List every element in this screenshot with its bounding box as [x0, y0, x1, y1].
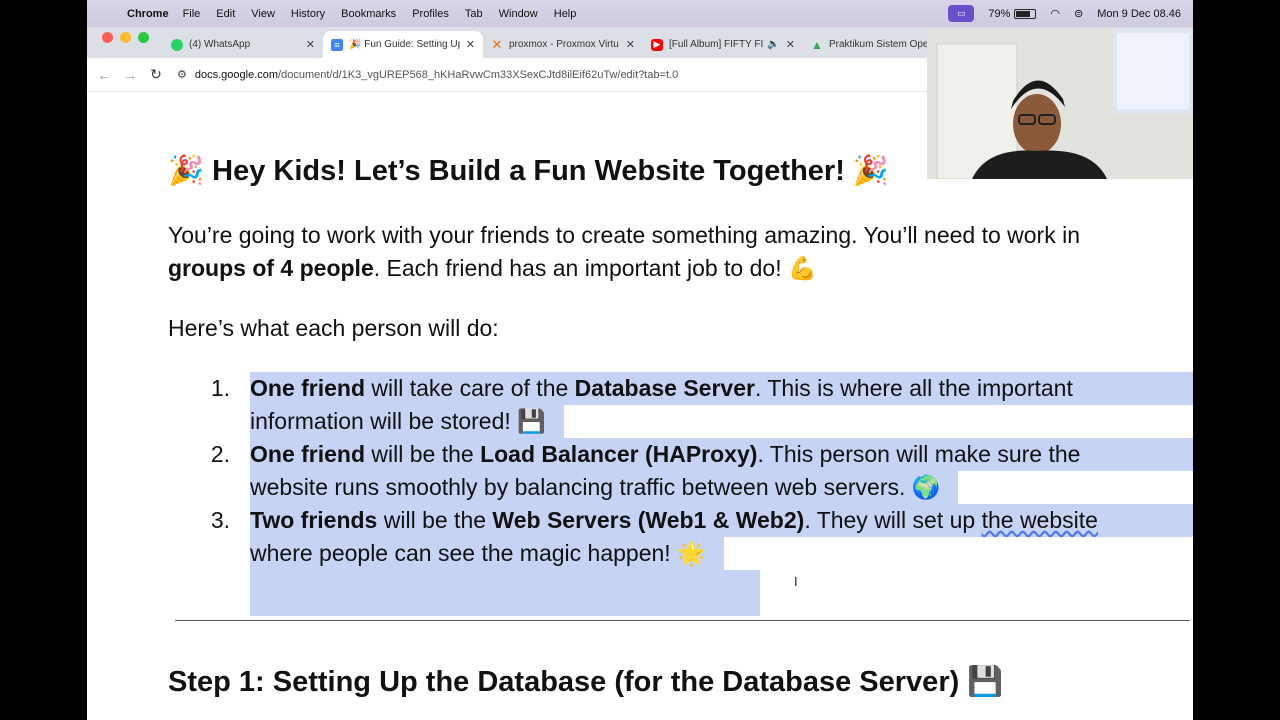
- close-tab-icon[interactable]: ✕: [466, 38, 475, 51]
- speaker-icon[interactable]: 🔈: [767, 39, 779, 50]
- webcam-video: [927, 29, 1193, 179]
- list-line2: website runs smoothly by balancing traff…: [250, 471, 959, 504]
- battery-icon: [1014, 8, 1037, 19]
- back-icon[interactable]: ←: [91, 67, 117, 83]
- document-canvas[interactable]: 🎉 Hey Kids! Let’s Build a Fun Website To…: [87, 92, 1193, 720]
- drive-icon: ▲: [811, 37, 823, 52]
- close-window-button[interactable]: [102, 32, 113, 43]
- intro-text-end: . Each friend has an important job to do…: [373, 255, 817, 281]
- selection-highlight: [250, 570, 760, 616]
- list-text: . This person will make sure the: [757, 441, 1081, 467]
- site-settings-icon[interactable]: ⚙: [177, 68, 187, 81]
- list-number: 1.: [210, 375, 230, 401]
- intro-paragraph: You’re going to work with your friends t…: [168, 219, 1193, 285]
- forward-icon[interactable]: →: [117, 67, 143, 83]
- list-bold: One friend: [250, 441, 366, 467]
- menu-view[interactable]: View: [251, 8, 275, 20]
- menu-tab[interactable]: Tab: [465, 8, 483, 20]
- reload-icon[interactable]: ↻: [143, 66, 169, 83]
- menu-window[interactable]: Window: [499, 8, 538, 20]
- menubar-clock[interactable]: Mon 9 Dec 08.46: [1097, 8, 1181, 20]
- text-cursor-icon: I: [794, 574, 798, 589]
- list-bold: Database Server: [574, 375, 755, 401]
- list-number: 2.: [210, 441, 230, 467]
- menu-profiles[interactable]: Profiles: [412, 8, 449, 20]
- tab-youtube[interactable]: ▶ [Full Album] FIFTY FI 🔈 ✕: [643, 31, 803, 58]
- macos-menubar: Chrome File Edit View History Bookmarks …: [87, 0, 1193, 27]
- tab-title: [Full Album] FIFTY FI: [669, 39, 764, 50]
- list-text: will be the: [365, 441, 481, 467]
- list-item: 3. Two friends will be the Web Servers (…: [168, 504, 1193, 570]
- menu-bookmarks[interactable]: Bookmarks: [341, 8, 396, 20]
- list-item: 2. One friend will be the Load Balancer …: [168, 438, 1193, 504]
- intro-bold: groups of 4 people: [168, 255, 374, 281]
- menu-history[interactable]: History: [291, 8, 325, 20]
- list-bold: Load Balancer (HAProxy): [480, 441, 758, 467]
- proxmox-icon: ✕: [491, 36, 503, 52]
- spellcheck-underline[interactable]: the website: [982, 507, 1098, 533]
- tab-whatsapp[interactable]: (4) WhatsApp ✕: [163, 31, 323, 58]
- list-text: will take care of the: [365, 375, 575, 401]
- webcam-overlay: [927, 29, 1193, 179]
- menu-edit[interactable]: Edit: [216, 8, 235, 20]
- step1-heading: Step 1: Setting Up the Database (for the…: [168, 666, 1004, 698]
- battery-status[interactable]: 79%: [988, 7, 1037, 20]
- docs-icon: ≡: [331, 38, 343, 51]
- battery-percent: 79%: [988, 7, 1011, 20]
- close-tab-icon[interactable]: ✕: [306, 38, 315, 51]
- menu-app-name[interactable]: Chrome: [127, 8, 169, 20]
- url-host: docs.google.com: [194, 68, 279, 81]
- list-item: 1. One friend will take care of the Data…: [168, 372, 1193, 438]
- tab-proxmox[interactable]: ✕ proxmox - Proxmox Virtu ✕: [483, 31, 643, 58]
- list-number: 3.: [210, 507, 230, 533]
- tab-title: 🎉 Fun Guide: Setting Up: [349, 39, 460, 50]
- window-controls: [87, 32, 163, 53]
- tab-title: (4) WhatsApp: [189, 39, 251, 50]
- list-text: will be the: [377, 507, 493, 533]
- tab-title: proxmox - Proxmox Virtu: [509, 39, 619, 50]
- menu-file[interactable]: File: [183, 8, 201, 20]
- screen-mirroring-icon[interactable]: ▭: [948, 5, 975, 22]
- horizontal-rule: [175, 620, 1190, 621]
- youtube-icon: ▶: [651, 38, 663, 51]
- list-bold: One friend: [250, 375, 366, 401]
- control-center-icon[interactable]: ⊜: [1074, 7, 1083, 20]
- list-intro: Here’s what each person will do:: [168, 315, 499, 341]
- list-bold: Two friends: [250, 507, 378, 533]
- close-tab-icon[interactable]: ✕: [786, 38, 795, 51]
- list-line2: where people can see the magic happen! 🌟: [250, 537, 724, 570]
- url-path: /document/d/1K3_vgUREP568_hKHaRvwCm33XSe…: [278, 68, 679, 81]
- minimize-window-button[interactable]: [120, 32, 131, 43]
- list-line2: information will be stored! 💾: [250, 405, 564, 438]
- wifi-icon[interactable]: ◠: [1050, 7, 1060, 20]
- close-tab-icon[interactable]: ✕: [626, 38, 635, 51]
- list-bold: Web Servers (Web1 & Web2): [492, 507, 805, 533]
- menu-help[interactable]: Help: [554, 8, 577, 20]
- roles-list: 1. One friend will take care of the Data…: [168, 372, 1193, 616]
- list-text: . This is where all the important: [754, 375, 1073, 401]
- zoom-window-button[interactable]: [138, 32, 149, 43]
- whatsapp-icon: [171, 38, 183, 51]
- intro-text: You’re going to work with your friends t…: [168, 222, 1081, 248]
- tab-fun-guide[interactable]: ≡ 🎉 Fun Guide: Setting Up ✕: [323, 31, 483, 58]
- document-title: 🎉 Hey Kids! Let’s Build a Fun Website To…: [168, 155, 890, 187]
- list-text: . They will set up: [804, 507, 982, 533]
